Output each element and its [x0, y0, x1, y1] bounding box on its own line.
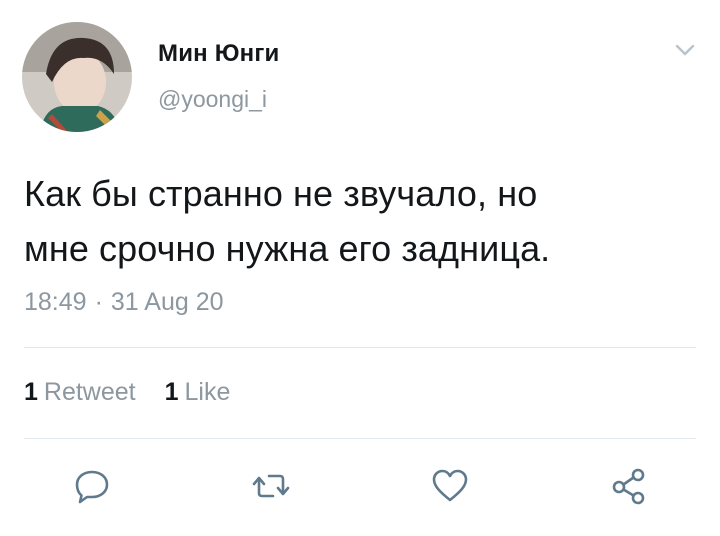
tweet-time: 18:49	[24, 288, 87, 316]
tweet-stats: 1 Retweet 1 Like	[24, 378, 252, 407]
author-name[interactable]: Мин Юнги	[158, 40, 280, 68]
retweets-stat[interactable]: 1 Retweet	[24, 378, 136, 406]
tweet-timestamp[interactable]: 18:49 · 31 Aug 20	[24, 288, 224, 317]
tweet-card: Мин Юнги @yoongi_i Как бы странно не зву…	[0, 0, 720, 536]
retweet-icon	[252, 474, 290, 498]
reply-button[interactable]	[72, 466, 112, 506]
tweet-text-line: мне срочно нужна его задница.	[24, 228, 551, 269]
avatar-photo	[22, 22, 132, 132]
chevron-down-icon[interactable]	[674, 42, 696, 58]
like-button[interactable]	[430, 466, 470, 506]
retweets-label: Retweet	[43, 378, 136, 406]
tweet-date: 31 Aug 20	[110, 288, 224, 316]
tweet-text: Как бы странно не звучало, но мне срочно…	[24, 166, 704, 276]
retweets-count: 1	[24, 378, 38, 406]
reply-icon	[75, 470, 109, 504]
separator: ·	[94, 288, 103, 316]
share-button[interactable]	[609, 466, 649, 506]
likes-stat[interactable]: 1 Like	[165, 378, 231, 406]
divider	[24, 438, 696, 439]
retweet-button[interactable]	[251, 466, 291, 506]
divider	[24, 347, 696, 348]
likes-count: 1	[164, 378, 179, 406]
share-icon	[612, 468, 645, 505]
avatar[interactable]	[22, 22, 132, 132]
likes-label: Like	[184, 378, 231, 406]
tweet-text-line: Как бы странно не звучало, но	[24, 173, 538, 214]
author-handle[interactable]: @yoongi_i	[158, 86, 267, 113]
heart-icon	[432, 469, 468, 502]
